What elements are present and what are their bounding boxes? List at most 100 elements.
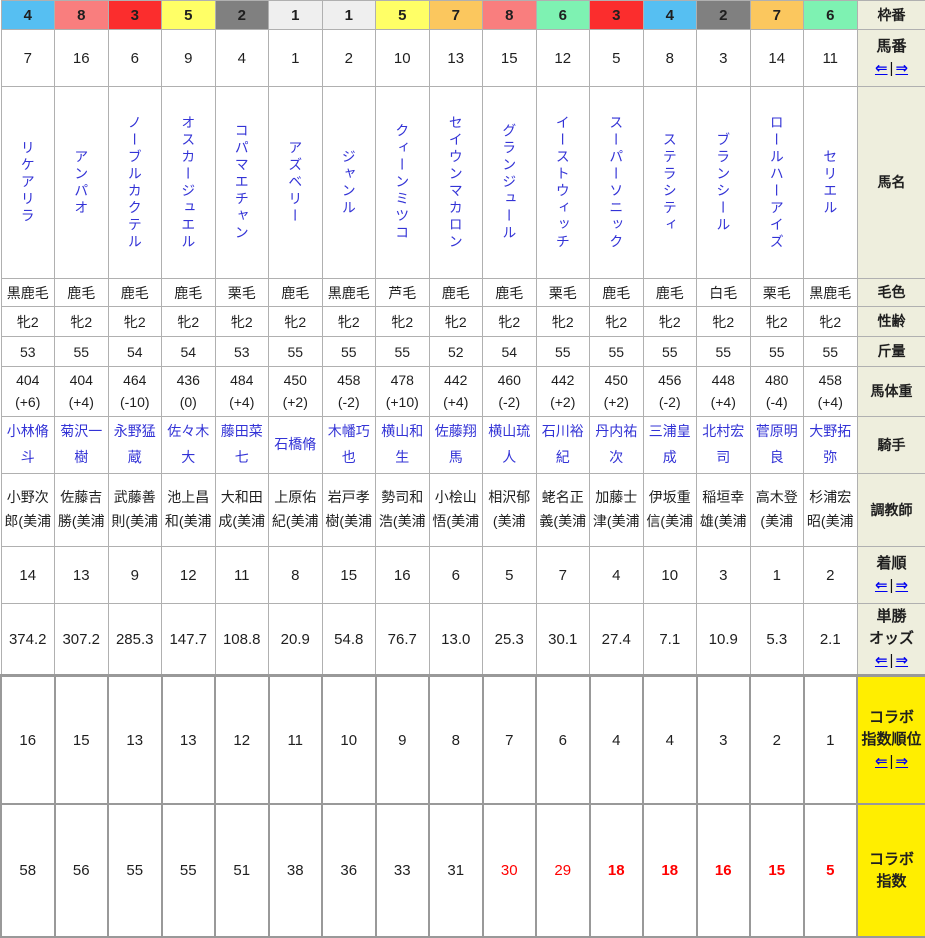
finish-order-cell: 9 [108, 547, 162, 604]
sort-right-arrow-icon[interactable]: ⇒ [895, 60, 908, 77]
frame-cell: 3 [108, 1, 162, 30]
nav-separator: | [890, 753, 894, 770]
jockey-link[interactable]: 菅原明良 [751, 419, 804, 471]
sex-age-cell: 牝2 [215, 307, 269, 337]
body-weight-diff: (+4) [697, 392, 750, 414]
body-weight-value: 450 [590, 370, 643, 392]
horse-name-cell: ステラシティ [643, 87, 697, 279]
sort-right-arrow-icon[interactable]: ⇒ [895, 652, 908, 669]
horse-name-cell: イーストウィッチ [536, 87, 590, 279]
horse-name-link[interactable]: グランジュール [502, 123, 516, 242]
body-weight-diff: (0) [162, 392, 215, 414]
jockey-cell: 大野拓弥 [804, 417, 858, 474]
jockey-link[interactable]: 三浦皇成 [644, 419, 697, 471]
jockey-link[interactable]: 丹内祐次 [590, 419, 643, 471]
frame-cell: 2 [697, 1, 751, 30]
jockey-link[interactable]: 石橋脩 [269, 432, 322, 458]
win-odds-cell: 285.3 [108, 604, 162, 676]
horse-name-link[interactable]: セリエル [823, 149, 837, 217]
coat-color-cell: 鹿毛 [108, 279, 162, 307]
jockey-link[interactable]: 木幡巧也 [323, 419, 376, 471]
horse-name-link[interactable]: アズベリー [288, 140, 302, 225]
trainer-name: 高木登(美浦 [751, 486, 804, 534]
trainer-cell: 岩戸孝樹(美浦 [322, 474, 376, 547]
horse-name-link[interactable]: ステラシティ [663, 132, 677, 234]
collab-index-cell: 5 [804, 804, 858, 937]
collab-index-cell: 38 [269, 804, 323, 937]
horse-name-link[interactable]: アンパオ [74, 149, 88, 217]
jockey-link[interactable]: 大野拓弥 [804, 419, 857, 471]
finish-order-cell: 15 [322, 547, 376, 604]
sex-age-cell: 牝2 [643, 307, 697, 337]
carried-weight-cell: 53 [1, 337, 55, 367]
jockey-link[interactable]: 佐々木大 [162, 419, 215, 471]
body-weight-value: 450 [269, 370, 322, 392]
trainer-cell: 伊坂重信(美浦 [643, 474, 697, 547]
sort-left-arrow-icon[interactable]: ⇐ [875, 60, 888, 77]
collab-index-cell: 36 [322, 804, 376, 937]
jockey-link[interactable]: 小林脩斗 [2, 419, 55, 471]
horse-name-link[interactable]: ブランシール [716, 132, 730, 234]
horse-name-cell: オスカージュエル [162, 87, 216, 279]
trainer-cell: 高木登(美浦 [750, 474, 804, 547]
horse-name-cell: グランジュール [483, 87, 537, 279]
horse-name-link[interactable]: コパマエチャン [235, 123, 249, 242]
row-jockey: 小林脩斗 菊沢一樹 永野猛蔵 佐々木大 藤田菜七 石橋脩 木幡巧也 横山和生 佐… [1, 417, 925, 474]
horse-name-link[interactable]: スーパーソニック [609, 115, 623, 251]
jockey-cell: 三浦皇成 [643, 417, 697, 474]
horse-name-cell: リケアリラ [1, 87, 55, 279]
horse-name-link[interactable]: クィーンミツコ [395, 123, 409, 242]
sort-right-arrow-icon[interactable]: ⇒ [895, 753, 908, 770]
body-weight-diff: (+4) [216, 392, 269, 414]
coat-color-cell: 黒鹿毛 [1, 279, 55, 307]
jockey-link[interactable]: 永野猛蔵 [109, 419, 162, 471]
collab-index-cell: 55 [162, 804, 216, 937]
horse-name-link[interactable]: ノーブルカクテル [128, 115, 142, 251]
sort-left-arrow-icon[interactable]: ⇐ [875, 753, 888, 770]
carried-weight-cell: 54 [483, 337, 537, 367]
body-weight-value: 458 [804, 370, 857, 392]
horse-name-cell: スーパーソニック [590, 87, 644, 279]
win-odds-cell: 147.7 [162, 604, 216, 676]
jockey-link[interactable]: 横山琉人 [483, 419, 536, 471]
finish-order-cell: 6 [429, 547, 483, 604]
jockey-link[interactable]: 藤田菜七 [216, 419, 269, 471]
trainer-cell: 小桧山悟(美浦 [429, 474, 483, 547]
horse-name-cell: ノーブルカクテル [108, 87, 162, 279]
row-horse-name: リケアリラ アンパオ ノーブルカクテル オスカージュエル コパマエチャン アズベ… [1, 87, 925, 279]
coat-color-cell: 黒鹿毛 [804, 279, 858, 307]
horse-name-link[interactable]: ジャンル [342, 149, 356, 217]
sort-left-arrow-icon[interactable]: ⇐ [875, 577, 888, 594]
jockey-link[interactable]: 横山和生 [376, 419, 429, 471]
trainer-cell: 稲垣幸雄(美浦 [697, 474, 751, 547]
row-header-label: 馬番 [858, 36, 925, 58]
jockey-link[interactable]: 石川裕紀 [537, 419, 590, 471]
horse-name-link[interactable]: イーストウィッチ [556, 115, 570, 251]
finish-order-cell: 16 [376, 547, 430, 604]
trainer-cell: 蛯名正義(美浦 [536, 474, 590, 547]
horse-name-link[interactable]: セイウンマカロン [449, 115, 463, 251]
jockey-link[interactable]: 佐藤翔馬 [430, 419, 483, 471]
sort-right-arrow-icon[interactable]: ⇒ [895, 577, 908, 594]
horse-number-cell: 5 [590, 30, 644, 87]
row-header-horse-number: 馬番 ⇐|⇒ [857, 30, 925, 87]
sort-left-arrow-icon[interactable]: ⇐ [875, 652, 888, 669]
horse-name-link[interactable]: リケアリラ [21, 140, 35, 225]
sex-age-cell: 牝2 [750, 307, 804, 337]
carried-weight-cell: 53 [215, 337, 269, 367]
win-odds-cell: 108.8 [215, 604, 269, 676]
jockey-link[interactable]: 北村宏司 [697, 419, 750, 471]
sort-nav: ⇐|⇒ [858, 650, 925, 672]
body-weight-diff: (+4) [430, 392, 483, 414]
horse-name-link[interactable]: オスカージュエル [181, 115, 195, 251]
horse-name-link[interactable]: ロールハーアイズ [770, 115, 784, 251]
trainer-cell: 加藤士津(美浦 [590, 474, 644, 547]
jockey-link[interactable]: 菊沢一樹 [55, 419, 108, 471]
collab-index-cell: 29 [536, 804, 590, 937]
trainer-cell: 小野次郎(美浦 [1, 474, 55, 547]
trainer-cell: 勢司和浩(美浦 [376, 474, 430, 547]
finish-order-cell: 5 [483, 547, 537, 604]
race-result-table: 4 8 3 5 2 1 1 5 7 8 6 3 4 2 7 6 枠番 7 16 … [0, 0, 925, 938]
sex-age-cell: 牝2 [108, 307, 162, 337]
carried-weight-cell: 55 [269, 337, 323, 367]
